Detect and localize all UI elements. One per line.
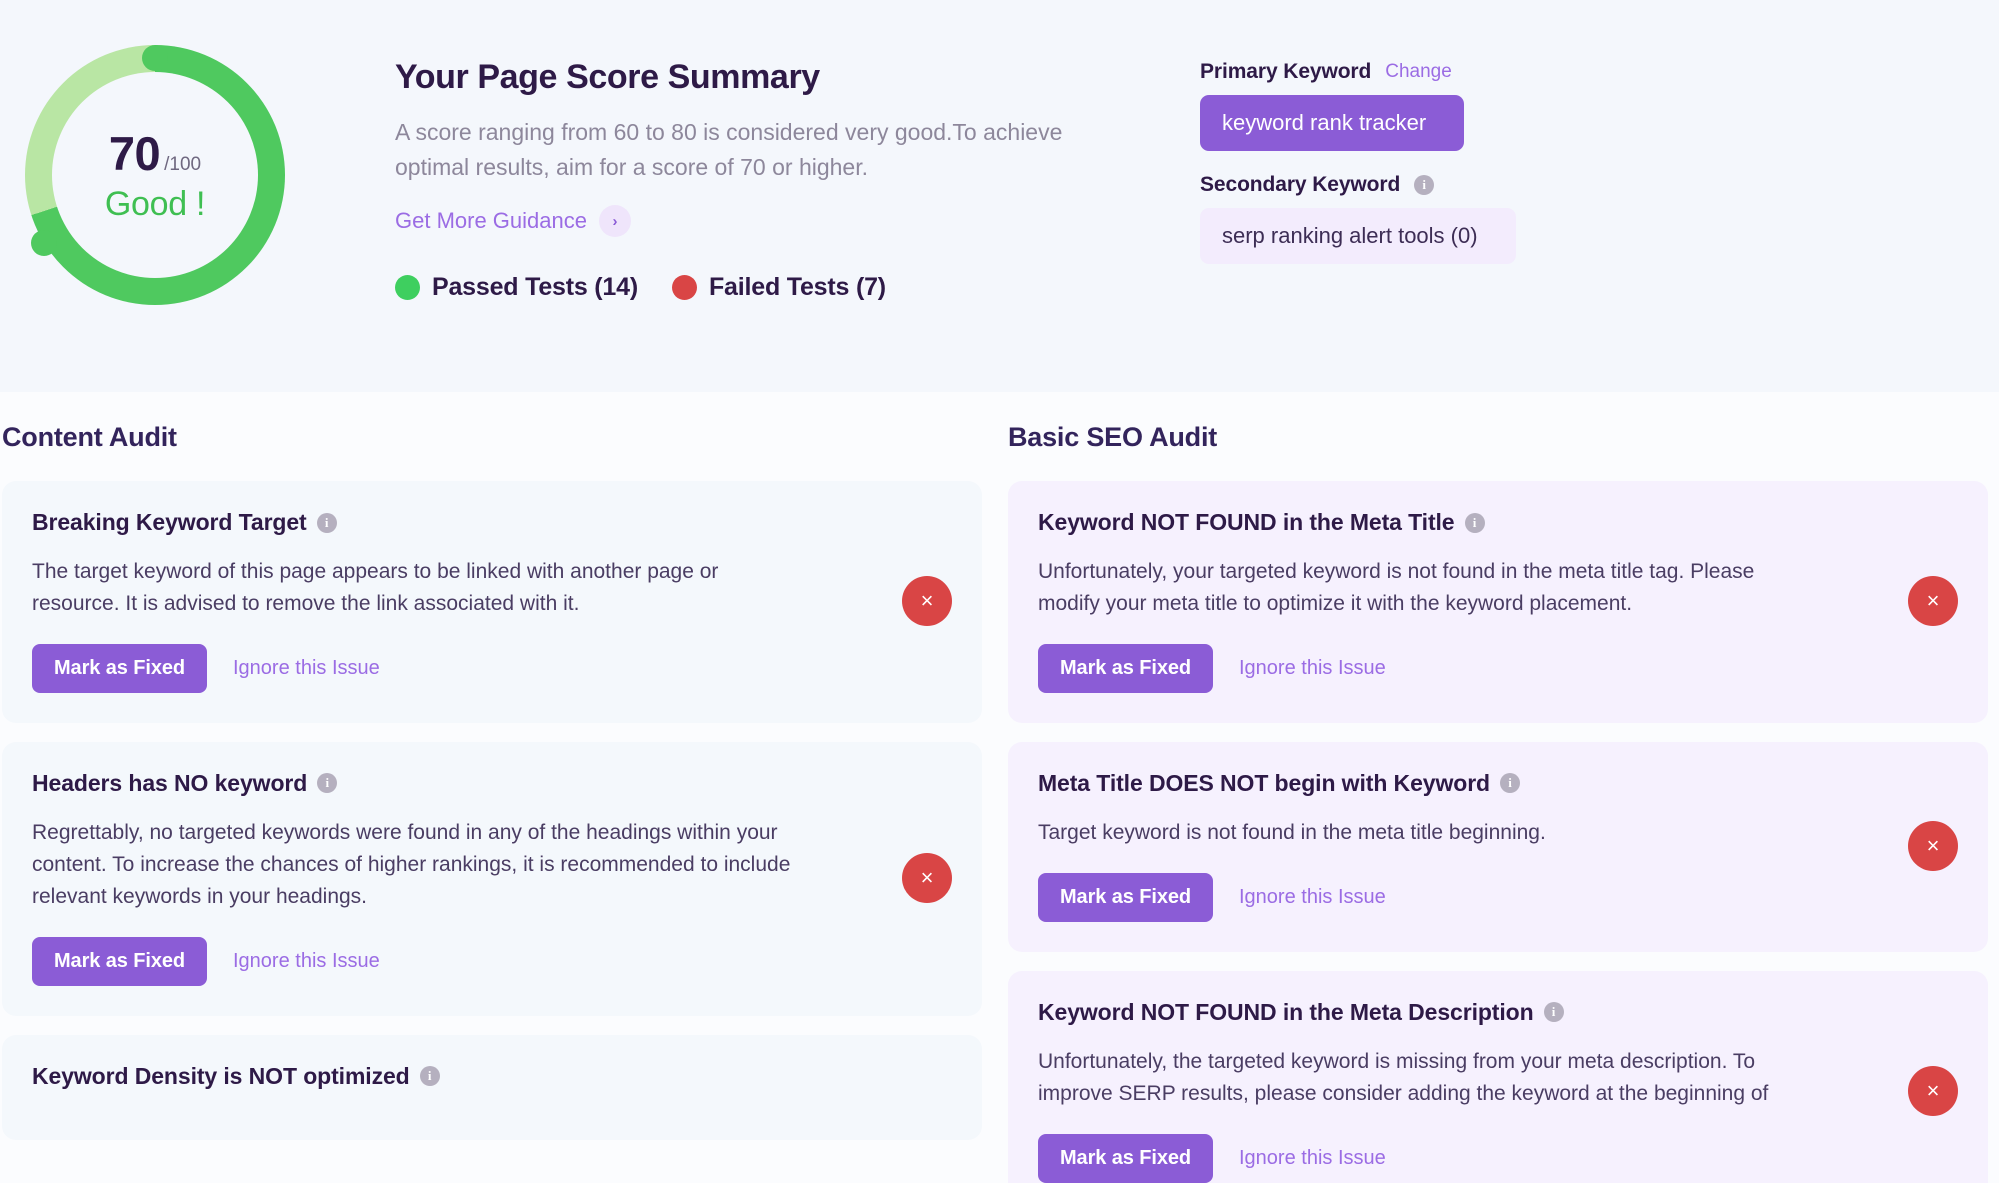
audit-card: Meta Title DOES NOT begin with Keyword i… xyxy=(1008,741,1988,952)
info-icon[interactable]: i xyxy=(1500,773,1520,794)
mark-as-fixed-button[interactable]: Mark as Fixed xyxy=(1038,643,1213,693)
audit-card-actions: Mark as Fixed Ignore this Issue xyxy=(1038,1133,1880,1183)
close-icon[interactable]: × xyxy=(1908,1065,1958,1116)
ignore-issue-link[interactable]: Ignore this Issue xyxy=(233,657,380,680)
passed-dot-icon xyxy=(395,275,420,301)
info-icon[interactable]: i xyxy=(316,512,337,533)
audit-card: Keyword NOT FOUND in the Meta Descriptio… xyxy=(1008,970,1988,1183)
primary-keyword-chip[interactable]: keyword rank tracker xyxy=(1200,95,1464,151)
info-icon[interactable]: i xyxy=(1464,512,1485,533)
audit-card-title-row: Headers has NO keyword i xyxy=(32,770,874,797)
mark-as-fixed-button[interactable]: Mark as Fixed xyxy=(1038,1133,1213,1183)
audit-card: Keyword Density is NOT optimized i xyxy=(2,1034,982,1140)
mark-as-fixed-button[interactable]: Mark as Fixed xyxy=(32,643,207,693)
close-icon[interactable]: × xyxy=(1908,820,1958,871)
close-icon[interactable]: × xyxy=(902,575,952,626)
audit-card-actions: Mark as Fixed Ignore this Issue xyxy=(32,936,874,986)
passed-tests-label: Passed Tests (14) xyxy=(432,273,638,302)
close-icon[interactable]: × xyxy=(1908,575,1958,626)
audit-sections: Content Audit Breaking Keyword Target i … xyxy=(0,392,1999,1183)
audit-card-body: Headers has NO keyword i Regrettably, no… xyxy=(32,770,902,986)
audit-card-title: Breaking Keyword Target xyxy=(32,509,307,535)
info-icon[interactable]: i xyxy=(1543,1002,1564,1023)
content-audit-column: Content Audit Breaking Keyword Target i … xyxy=(2,392,982,1183)
audit-card-body: Keyword NOT FOUND in the Meta Descriptio… xyxy=(1038,999,1908,1183)
audit-card-title: Meta Title DOES NOT begin with Keyword xyxy=(1038,769,1490,796)
legend-item-passed: Passed Tests (14) xyxy=(395,273,638,302)
audit-card-actions: Mark as Fixed Ignore this Issue xyxy=(32,643,874,693)
audit-card-title: Keyword Density is NOT optimized xyxy=(32,1062,410,1089)
content-audit-title: Content Audit xyxy=(2,422,177,452)
audit-card-description: Target keyword is not found in the meta … xyxy=(1038,820,1546,844)
audit-card: Headers has NO keyword i Regrettably, no… xyxy=(2,741,982,1016)
score-value: 70 xyxy=(108,127,161,180)
score-summary-block: Your Page Score Summary A score ranging … xyxy=(395,40,1105,302)
get-more-guidance-label: Get More Guidance xyxy=(395,208,587,234)
info-icon[interactable]: i xyxy=(1414,175,1435,195)
score-max: /100 xyxy=(164,154,202,175)
mark-as-fixed-button[interactable]: Mark as Fixed xyxy=(1038,872,1213,922)
ignore-issue-link[interactable]: Ignore this Issue xyxy=(233,950,380,973)
failed-tests-label: Failed Tests (7) xyxy=(708,273,886,302)
change-keyword-link[interactable]: Change xyxy=(1385,61,1452,83)
audit-card: Breaking Keyword Target i The target key… xyxy=(2,481,982,723)
secondary-keyword-label: Secondary Keyword xyxy=(1200,173,1401,196)
audit-card-actions: Mark as Fixed Ignore this Issue xyxy=(1038,872,1880,922)
audit-card-title-row: Keyword NOT FOUND in the Meta Descriptio… xyxy=(1038,999,1880,1026)
audit-card-title: Keyword NOT FOUND in the Meta Descriptio… xyxy=(1038,998,1534,1025)
audit-card: Keyword NOT FOUND in the Meta Title i Un… xyxy=(1008,481,1988,723)
audit-card-body: Breaking Keyword Target i The target key… xyxy=(32,509,902,693)
audit-card-actions: Mark as Fixed Ignore this Issue xyxy=(1038,643,1880,693)
score-summary-description: A score ranging from 60 to 80 is conside… xyxy=(395,119,1063,181)
audit-card-description: Unfortunately, the targeted keyword is m… xyxy=(1038,1049,1769,1105)
get-more-guidance-link[interactable]: Get More Guidance › xyxy=(395,205,631,238)
audit-card-title: Keyword NOT FOUND in the Meta Title xyxy=(1038,509,1455,535)
primary-keyword-label: Primary Keyword xyxy=(1200,60,1372,83)
audit-card-title-row: Meta Title DOES NOT begin with Keyword i xyxy=(1038,770,1880,797)
ignore-issue-link[interactable]: Ignore this Issue xyxy=(1239,1147,1386,1170)
score-value-row: 70 /100 xyxy=(109,126,201,181)
keyword-panel: Primary Keyword Change keyword rank trac… xyxy=(1200,40,1516,264)
basic-seo-audit-title: Basic SEO Audit xyxy=(1008,422,1218,452)
page-title: Your Page Score Summary xyxy=(395,58,820,96)
primary-keyword-label-row: Primary Keyword Change xyxy=(1200,60,1516,84)
score-rating-label: Good ! xyxy=(104,185,206,223)
ignore-issue-link[interactable]: Ignore this Issue xyxy=(1239,657,1386,680)
audit-card-body: Keyword NOT FOUND in the Meta Title i Un… xyxy=(1038,509,1908,693)
chevron-right-icon: › xyxy=(598,205,631,238)
audit-card-title-row: Breaking Keyword Target i xyxy=(32,509,874,536)
tests-legend: Passed Tests (14) Failed Tests (7) xyxy=(395,273,1105,302)
audit-card-title: Headers has NO keyword xyxy=(32,769,308,796)
info-icon[interactable]: i xyxy=(419,1066,440,1087)
audit-card-body: Meta Title DOES NOT begin with Keyword i… xyxy=(1038,770,1908,922)
failed-dot-icon xyxy=(671,275,697,301)
page-root: 70 /100 Good ! Your Page Score Summary A… xyxy=(0,0,1999,1183)
audit-card-description: Unfortunately, your targeted keyword is … xyxy=(1038,560,1755,615)
audit-card-title-row: Keyword NOT FOUND in the Meta Title i xyxy=(1038,509,1880,536)
secondary-keyword-chip[interactable]: serp ranking alert tools (0) xyxy=(1200,208,1516,264)
page-score-gauge: 70 /100 Good ! xyxy=(10,40,300,330)
score-summary-hero: 70 /100 Good ! Your Page Score Summary A… xyxy=(0,0,1999,392)
info-icon[interactable]: i xyxy=(317,773,338,794)
mark-as-fixed-button[interactable]: Mark as Fixed xyxy=(32,936,207,986)
secondary-keyword-label-row: Secondary Keyword i xyxy=(1200,173,1516,197)
audit-card-title-row: Keyword Density is NOT optimized i xyxy=(32,1063,924,1090)
legend-item-failed: Failed Tests (7) xyxy=(671,273,886,302)
basic-seo-audit-column: Basic SEO Audit Keyword NOT FOUND in the… xyxy=(1008,392,1988,1183)
audit-card-description: The target keyword of this page appears … xyxy=(32,560,719,615)
audit-card-description: Regrettably, no targeted keywords were f… xyxy=(32,820,791,908)
close-icon[interactable]: × xyxy=(902,852,952,903)
audit-card-body: Keyword Density is NOT optimized i xyxy=(32,1063,952,1110)
ignore-issue-link[interactable]: Ignore this Issue xyxy=(1239,886,1386,909)
score-donut-center: 70 /100 Good ! xyxy=(25,45,285,305)
